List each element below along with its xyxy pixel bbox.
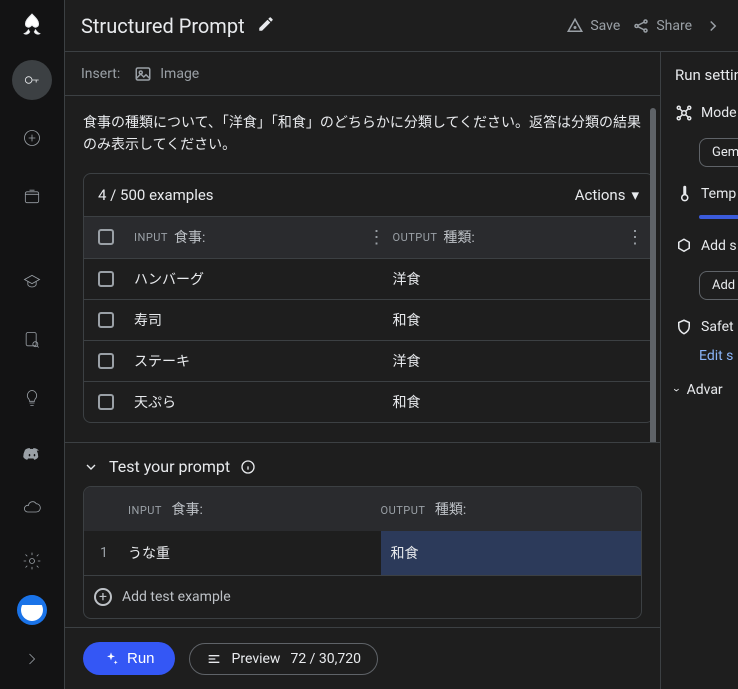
nav-lightbulb-icon[interactable] bbox=[12, 378, 52, 418]
edit-safety-link[interactable]: Edit s bbox=[699, 348, 738, 364]
left-nav-rail bbox=[0, 0, 64, 689]
caret-down-icon: ▾ bbox=[631, 186, 639, 204]
nav-discord-icon[interactable] bbox=[12, 436, 52, 476]
add-test-label: Add test example bbox=[122, 589, 231, 605]
nav-add-icon[interactable] bbox=[12, 118, 52, 158]
advanced-label: Advar bbox=[687, 382, 723, 398]
share-button[interactable]: Share bbox=[632, 17, 692, 35]
save-button[interactable]: Save bbox=[566, 17, 620, 35]
output-column-label: 種類: bbox=[443, 227, 474, 247]
examples-table: 4 / 500 examples Actions ▾ INPUT 食事: bbox=[83, 173, 654, 423]
nav-archive-icon[interactable] bbox=[12, 176, 52, 216]
test-header-row: INPUT 食事: OUTPUT 種類: bbox=[84, 487, 641, 531]
nav-education-icon[interactable] bbox=[12, 262, 52, 302]
example-input[interactable]: 天ぷら bbox=[128, 392, 367, 412]
example-output[interactable]: 洋食 bbox=[387, 351, 626, 371]
save-label: Save bbox=[590, 18, 620, 34]
examples-header-row: INPUT 食事: ⋮ OUTPUT 種類: ⋮ bbox=[84, 216, 653, 258]
run-bar: Run Preview 72 / 30,720 bbox=[65, 627, 660, 689]
test-input-label: 食事: bbox=[171, 502, 202, 518]
example-input[interactable]: ハンバーグ bbox=[128, 269, 367, 289]
test-row[interactable]: 1 うな重 和食 bbox=[84, 531, 641, 575]
test-section: Test your prompt INPUT 食事: OUTPUT bbox=[65, 442, 660, 627]
input-column-menu[interactable]: ⋮ bbox=[367, 227, 387, 248]
top-bar: Structured Prompt Save Share bbox=[65, 0, 738, 52]
input-prefix: INPUT bbox=[134, 231, 168, 244]
chevron-icon: › bbox=[670, 388, 684, 392]
advanced-toggle[interactable]: › Advar bbox=[675, 382, 738, 398]
add-stop-button[interactable]: Add bbox=[699, 271, 738, 300]
shield-icon bbox=[675, 318, 693, 336]
test-input-prefix: INPUT bbox=[128, 504, 162, 517]
example-input[interactable]: 寿司 bbox=[128, 310, 367, 330]
input-column-label: 食事: bbox=[174, 227, 205, 247]
run-settings-panel: Run settin Mode Gem Temp Add s Add bbox=[660, 52, 738, 689]
settings-title: Run settin bbox=[675, 66, 738, 84]
insert-toolbar: Insert: Image bbox=[65, 52, 660, 96]
nav-expand-icon[interactable] bbox=[12, 639, 52, 679]
insert-image-label: Image bbox=[160, 66, 199, 82]
examples-actions-menu[interactable]: Actions ▾ bbox=[575, 186, 639, 204]
share-label: Share bbox=[656, 18, 692, 34]
run-label: Run bbox=[127, 650, 155, 667]
select-all-checkbox[interactable] bbox=[98, 229, 114, 245]
example-row[interactable]: 天ぷら 和食 bbox=[84, 381, 653, 422]
nav-cloud-icon[interactable] bbox=[12, 487, 52, 527]
run-button[interactable]: Run bbox=[83, 642, 175, 675]
preview-label: Preview bbox=[232, 651, 281, 667]
insert-image-button[interactable]: Image bbox=[134, 65, 199, 83]
plus-icon: + bbox=[94, 588, 112, 606]
examples-count: 4 / 500 examples bbox=[98, 186, 575, 204]
test-input-cell[interactable]: うな重 bbox=[128, 543, 381, 563]
info-icon[interactable] bbox=[240, 459, 256, 475]
row-checkbox[interactable] bbox=[98, 271, 114, 287]
nav-settings-icon[interactable] bbox=[12, 541, 52, 581]
test-table: INPUT 食事: OUTPUT 種類: 1 うな重 和食 bbox=[83, 486, 642, 619]
row-checkbox[interactable] bbox=[98, 353, 114, 369]
prompt-text[interactable]: 食事の種類について、「洋食」「和食」のどちらかに分類してください。返答は分類の結… bbox=[83, 112, 654, 157]
example-output[interactable]: 和食 bbox=[387, 392, 626, 412]
row-checkbox[interactable] bbox=[98, 312, 114, 328]
editor-area: Insert: Image 食事の種類について、「洋食」「和食」のどちらかに分類… bbox=[65, 52, 660, 689]
thermometer-icon bbox=[675, 185, 693, 203]
main-panel: Structured Prompt Save Share Insert: bbox=[64, 0, 738, 689]
more-button[interactable] bbox=[704, 17, 722, 35]
token-count: 72 / 30,720 bbox=[290, 651, 361, 667]
test-output-label: 種類: bbox=[435, 502, 466, 518]
add-test-example-button[interactable]: + Add test example bbox=[84, 575, 641, 618]
app-logo bbox=[19, 12, 45, 42]
test-row-num: 1 bbox=[92, 545, 128, 561]
example-input[interactable]: ステーキ bbox=[128, 351, 367, 371]
preview-button[interactable]: Preview 72 / 30,720 bbox=[189, 643, 378, 675]
actions-label: Actions bbox=[575, 186, 626, 204]
temperature-label: Temp bbox=[701, 186, 736, 202]
model-selector[interactable]: Gem bbox=[699, 138, 738, 167]
example-row[interactable]: ステーキ 洋食 bbox=[84, 340, 653, 381]
scrollbar-thumb[interactable] bbox=[650, 108, 656, 442]
output-column-menu[interactable]: ⋮ bbox=[625, 227, 645, 248]
user-avatar[interactable] bbox=[17, 595, 47, 625]
add-stop-label: Add s bbox=[701, 238, 737, 254]
test-heading: Test your prompt bbox=[109, 457, 230, 476]
example-output[interactable]: 洋食 bbox=[387, 269, 626, 289]
page-title: Structured Prompt bbox=[81, 14, 245, 38]
test-output-prefix: OUTPUT bbox=[381, 504, 426, 517]
example-output[interactable]: 和食 bbox=[387, 310, 626, 330]
hexagon-icon bbox=[675, 237, 693, 255]
example-row[interactable]: ハンバーグ 洋食 bbox=[84, 258, 653, 299]
output-prefix: OUTPUT bbox=[393, 231, 438, 244]
model-label: Mode bbox=[701, 105, 737, 121]
test-output-cell: 和食 bbox=[381, 531, 642, 575]
insert-label: Insert: bbox=[81, 66, 120, 82]
chevron-down-icon[interactable] bbox=[83, 459, 99, 475]
nav-doc-search-icon[interactable] bbox=[12, 320, 52, 360]
safety-label: Safet bbox=[701, 319, 734, 335]
edit-title-button[interactable] bbox=[257, 15, 275, 37]
nav-key-icon[interactable] bbox=[12, 60, 52, 100]
model-icon bbox=[675, 104, 693, 122]
example-row[interactable]: 寿司 和食 bbox=[84, 299, 653, 340]
row-checkbox[interactable] bbox=[98, 394, 114, 410]
temperature-slider[interactable] bbox=[699, 215, 738, 219]
